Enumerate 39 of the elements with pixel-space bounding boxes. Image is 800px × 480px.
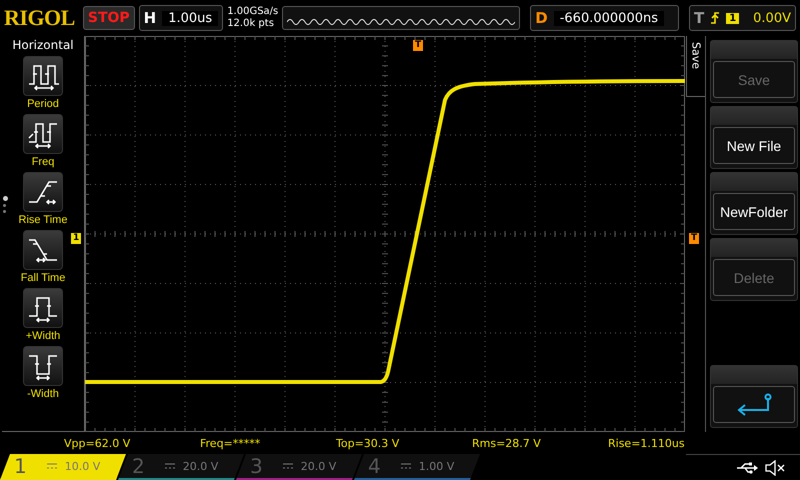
usb-icon [736,462,758,474]
back-button[interactable] [710,365,798,428]
dc-coupling-icon [282,463,293,469]
menu-title: Save [690,42,702,70]
timebase-label: H [144,9,156,27]
trigger-label: T [694,9,704,27]
channel-tab[interactable]: 1 10.0 V [0,454,126,480]
measurement-reading: Vpp=62.0 V [64,436,132,450]
trigger-position-marker: T [413,40,424,51]
delay-label: D [535,9,548,27]
channel-tab[interactable]: 2 20.0 V [118,454,244,480]
measurement-reading: Freq=***** [200,436,262,450]
delay-value: -660.000000ns [554,10,664,26]
channel-scale: 20.0 V [182,460,218,472]
menu-button[interactable]: New File [710,106,798,169]
menu-button[interactable]: NewFolder [710,172,798,235]
trigger-level-marker: T [689,233,700,244]
channel-scale: 10.0 V [64,460,100,472]
channel-scale: 20.0 V [300,460,336,472]
channel-tab[interactable]: 3 20.0 V [236,454,362,480]
memory-depth: 12.0k pts [227,18,275,30]
channel-marker: 1 [71,233,82,244]
timebase-value: 1.00us [162,10,218,26]
channel-tab[interactable]: 4 1.00 V [354,454,480,480]
sample-rate: 1.00GSa/s [227,6,278,18]
muted-speaker-icon [764,460,786,476]
panel-title: Horizontal [12,38,74,52]
logo: RIGOL [4,5,75,31]
dc-coupling-icon [400,463,411,469]
trigger-level: 0.00V [753,10,791,26]
rising-edge-icon [710,11,720,25]
measurement-reading: Top=30.3 V [336,436,400,450]
trigger-source: 1 [726,12,740,24]
measurement-reading: Rms=28.7 V [472,436,542,450]
measurement-reading: Rise=1.110us [608,436,686,450]
run-stop-button[interactable]: STOP [82,6,135,30]
channel-scale: 1.00 V [418,460,454,472]
dc-coupling-icon [46,463,57,469]
dc-coupling-icon [164,463,175,469]
